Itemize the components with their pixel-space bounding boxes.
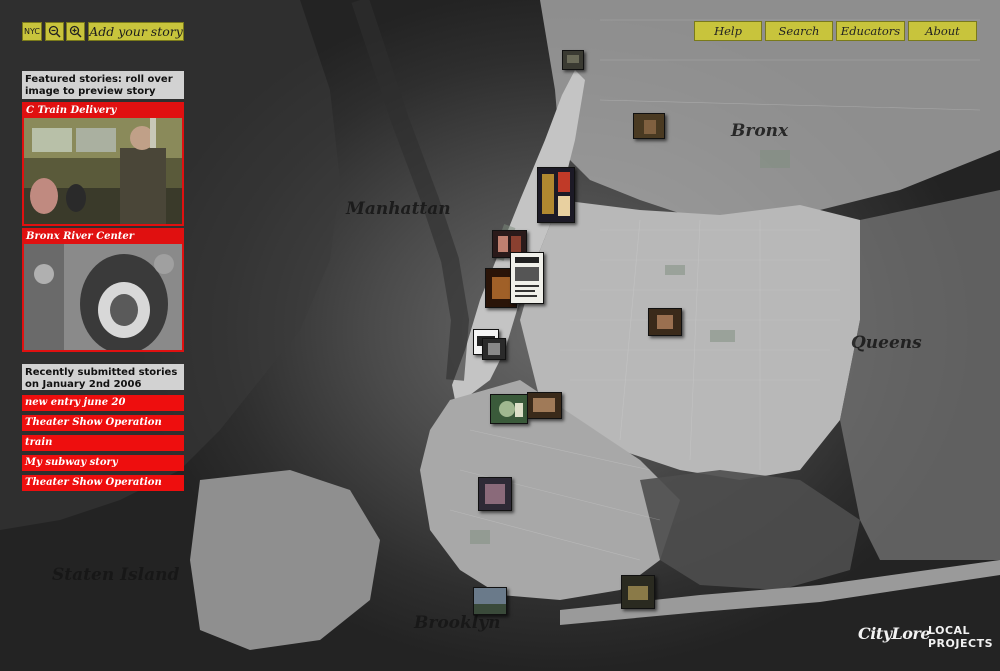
featured-story-card[interactable]: C Train Delivery	[22, 102, 184, 226]
map-story-thumbnail[interactable]	[537, 167, 575, 223]
add-your-story-button[interactable]: Add your story	[88, 22, 184, 41]
city-lore-local-projects-logo[interactable]: CityLore LOCAL PROJECTS	[858, 624, 993, 650]
nav-about[interactable]: About	[908, 21, 977, 41]
map-story-thumbnail[interactable]	[490, 394, 528, 424]
nav-help[interactable]: Help	[694, 21, 762, 41]
label-staten-island: Staten Island	[52, 565, 180, 585]
label-bronx: Bronx	[731, 121, 789, 141]
featured-story-image[interactable]	[24, 244, 182, 350]
long-island-land	[840, 190, 1000, 560]
map-story-thumbnail[interactable]	[473, 587, 507, 615]
map-stage[interactable]: Bronx Manhattan Queens Staten Island Bro…	[0, 0, 1000, 671]
map-story-thumbnail[interactable]	[648, 308, 682, 336]
zoom-in-button[interactable]	[66, 22, 85, 41]
nav-educators[interactable]: Educators	[836, 21, 905, 41]
map-story-thumbnail[interactable]	[510, 252, 544, 304]
recent-story-link[interactable]: Theater Show Operation	[22, 475, 184, 491]
map-story-thumbnail[interactable]	[633, 113, 665, 139]
map-story-thumbnail[interactable]	[527, 392, 562, 419]
zoom-in-icon	[69, 25, 82, 38]
nav-search[interactable]: Search	[765, 21, 833, 41]
featured-story-image[interactable]	[24, 118, 182, 224]
zoom-out-button[interactable]	[45, 22, 64, 41]
featured-stories-heading: Featured stories: roll over image to pre…	[22, 71, 184, 99]
city-lore-logo-text: CityLore	[858, 624, 931, 643]
recent-stories-heading: Recently submitted stories on January 2n…	[22, 364, 184, 390]
recent-story-link[interactable]: My subway story	[22, 455, 184, 471]
hudson-river	[351, 0, 470, 381]
featured-story-title: C Train Delivery	[24, 104, 182, 118]
map-story-thumbnail[interactable]	[621, 575, 655, 609]
recent-story-link[interactable]: train	[22, 435, 184, 451]
recent-story-link[interactable]: Theater Show Operation	[22, 415, 184, 431]
local-projects-logo-text: LOCAL PROJECTS	[928, 624, 993, 650]
nyc-zoom-button[interactable]: NYC	[22, 22, 42, 41]
staten-island-land	[190, 470, 380, 650]
map-story-thumbnail[interactable]	[478, 477, 512, 511]
recent-story-link[interactable]: new entry june 20	[22, 395, 184, 411]
featured-story-card[interactable]: Bronx River Center	[22, 228, 184, 352]
map-story-thumbnail[interactable]	[482, 338, 506, 360]
jamaica-bay	[640, 470, 860, 590]
map-story-thumbnail[interactable]	[562, 50, 584, 70]
featured-story-title: Bronx River Center	[24, 230, 182, 244]
label-queens: Queens	[851, 333, 922, 353]
zoom-out-icon	[48, 25, 61, 38]
label-brooklyn: Brooklyn	[414, 613, 501, 633]
label-manhattan: Manhattan	[346, 199, 451, 219]
